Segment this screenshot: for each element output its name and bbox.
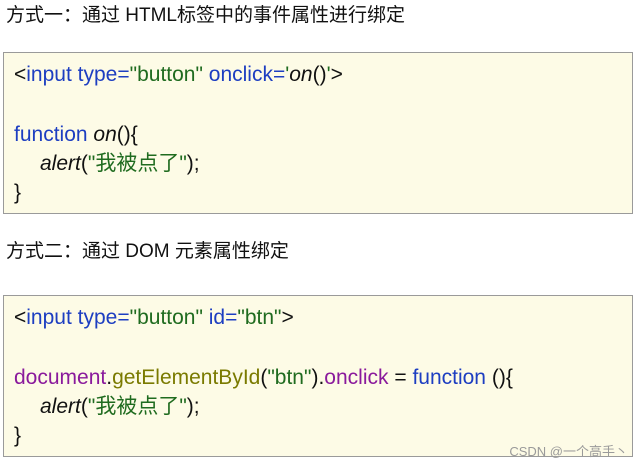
- code-token: function: [14, 123, 88, 146]
- code-token: <: [14, 306, 27, 329]
- code-token: (){: [486, 366, 513, 389]
- code-line-function-decl: function on(){: [14, 120, 632, 149]
- code-token: document: [14, 366, 107, 389]
- code-token: "btn": [267, 366, 312, 389]
- code-line-alert: alert("我被点了");: [14, 149, 632, 178]
- code-token: <: [14, 63, 27, 86]
- code-token: }: [14, 424, 22, 447]
- code-token: >: [330, 63, 343, 86]
- section-2-heading: 方式二：通过 DOM 元素属性绑定: [6, 241, 289, 262]
- code-token: (){: [116, 123, 138, 146]
- csdn-watermark: CSDN @一个高手丶: [509, 444, 628, 459]
- code-token: "btn": [237, 306, 282, 329]
- code-token: );: [186, 395, 200, 418]
- code-token: onclick: [324, 366, 389, 389]
- code-line-getelementbyid: document.getElementById("btn").onclick =…: [14, 363, 632, 392]
- code-block-html-attribute: <input type="button" onclick='on()'> fun…: [3, 52, 633, 214]
- code-token: onclick=: [208, 63, 286, 86]
- code-token: id=: [208, 306, 238, 329]
- code-token: alert: [40, 395, 81, 418]
- code-token: getElementById: [112, 366, 261, 389]
- code-token: alert: [40, 152, 81, 175]
- code-token: >: [281, 306, 294, 329]
- code-token: "button": [129, 63, 203, 86]
- code-line-alert: alert("我被点了");: [14, 392, 632, 421]
- code-token: =: [388, 366, 413, 389]
- code-block-dom-property: <input type="button" id="btn"> document.…: [3, 295, 633, 457]
- code-token: );: [186, 152, 200, 175]
- code-token: function: [412, 366, 486, 389]
- code-line-input-onclick: <input type="button" onclick='on()'>: [14, 60, 632, 89]
- code-token: input: [26, 306, 72, 329]
- code-token: on: [93, 123, 117, 146]
- code-line-input-id: <input type="button" id="btn">: [14, 303, 632, 332]
- code-token: "我被点了": [87, 152, 187, 175]
- code-token: (): [312, 63, 327, 86]
- code-token: input: [26, 63, 72, 86]
- section-1-heading: 方式一：通过 HTML标签中的事件属性进行绑定: [6, 5, 406, 26]
- code-token: on: [289, 63, 313, 86]
- code-line-closing-brace: }: [14, 178, 632, 207]
- code-token: "button": [129, 306, 203, 329]
- code-token: type=: [77, 306, 130, 329]
- code-token: (: [80, 152, 88, 175]
- code-token: "我被点了": [87, 395, 187, 418]
- code-token: }: [14, 181, 22, 204]
- code-token: type=: [77, 63, 130, 86]
- code-token: (: [80, 395, 88, 418]
